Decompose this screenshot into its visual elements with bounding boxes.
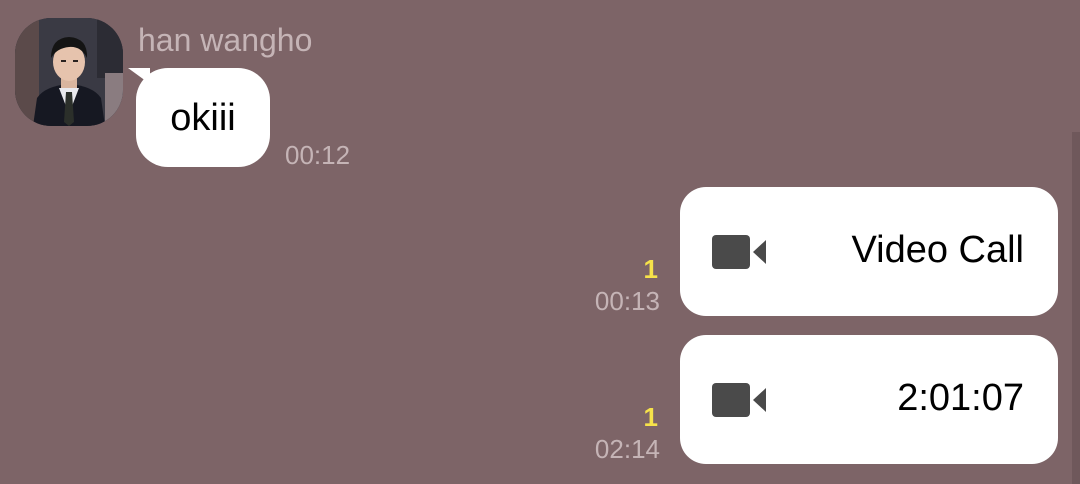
message-time: 00:13 xyxy=(594,286,660,316)
video-call-bubble[interactable]: Video Call xyxy=(680,187,1058,316)
incoming-message-text: okiii xyxy=(170,96,236,139)
unread-count: 1 xyxy=(643,402,658,432)
incoming-message-bubble[interactable]: okiii xyxy=(136,68,270,167)
video-camera-icon xyxy=(712,235,766,269)
unread-count: 1 xyxy=(643,254,658,284)
message-time: 02:14 xyxy=(594,434,660,464)
video-call-duration-bubble[interactable]: 2:01:07 xyxy=(680,335,1058,464)
incoming-message-time: 00:12 xyxy=(285,140,351,170)
video-camera-icon xyxy=(712,383,766,417)
video-call-label: Video Call xyxy=(851,229,1024,271)
sender-name: han wangho xyxy=(138,22,313,58)
video-call-duration: 2:01:07 xyxy=(897,377,1024,419)
scrollbar[interactable] xyxy=(1072,132,1080,484)
avatar[interactable] xyxy=(15,18,123,126)
